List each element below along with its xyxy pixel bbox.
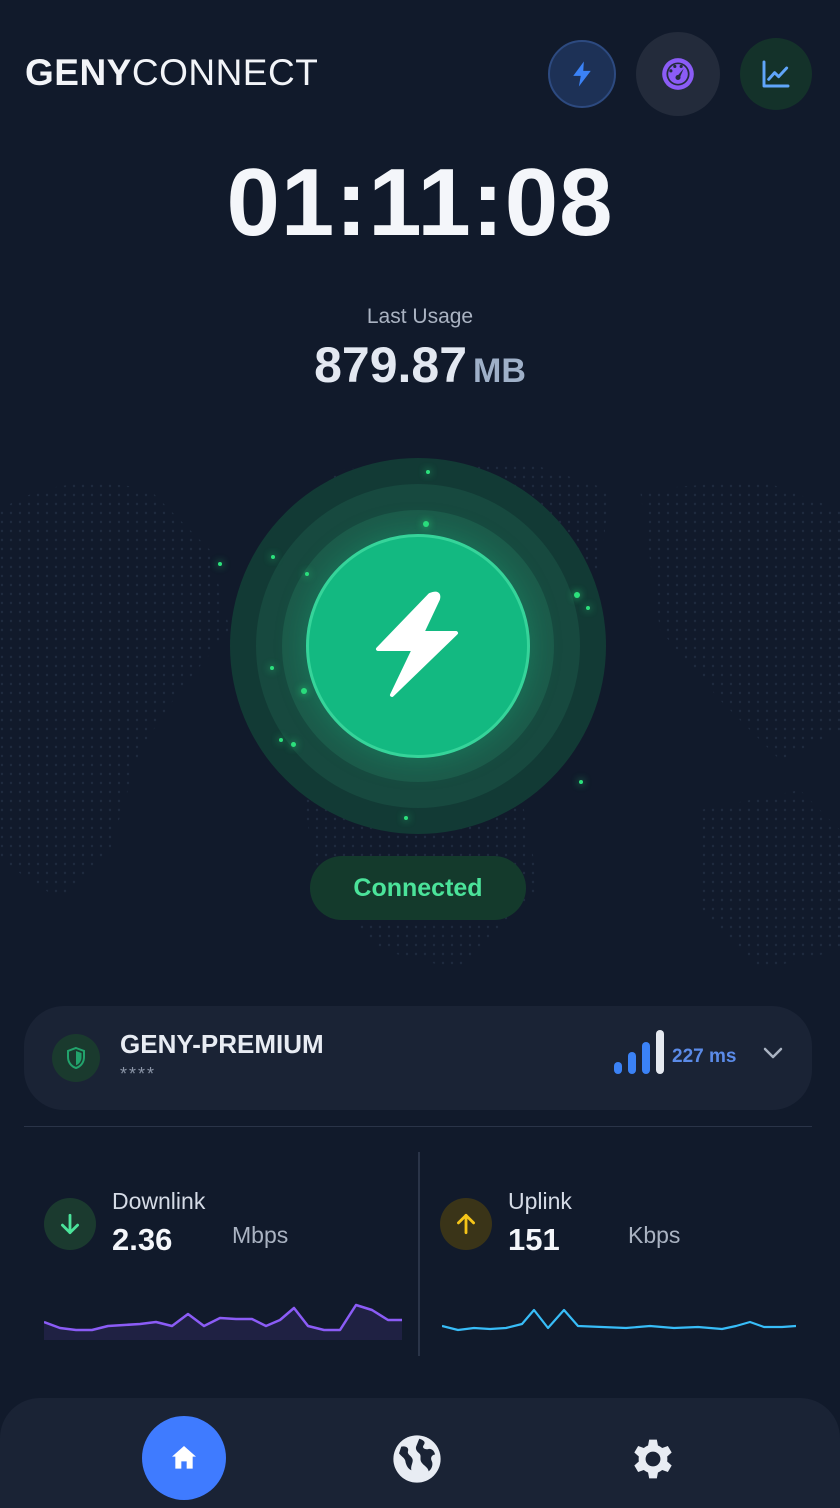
particle [218, 562, 222, 566]
particle [404, 816, 408, 820]
nav-settings[interactable] [622, 1428, 684, 1490]
lightning-icon [573, 61, 591, 87]
lightning-icon [376, 591, 458, 697]
nav-servers[interactable] [386, 1428, 448, 1490]
session-timer: 01:11:08 [226, 149, 614, 256]
uplink-value: 151 [508, 1222, 560, 1257]
particle [579, 780, 583, 784]
uplink-unit: Kbps [628, 1222, 681, 1248]
downlink-label: Downlink [112, 1188, 206, 1214]
connect-orb [218, 458, 606, 834]
usage-unit: MB [473, 352, 526, 390]
uplink-sparkline [442, 1308, 796, 1332]
brand-bold: GENY [25, 52, 132, 93]
particle [426, 470, 430, 474]
downlink-value: 2.36 [112, 1222, 173, 1257]
stats-divider [418, 1152, 420, 1356]
usage-label: Last Usage [366, 305, 474, 328]
usage-value: 879.87 MB [0, 336, 840, 394]
app-screen: GENYCONNECT 01:11:08 Last Usage 879.87 MB [0, 0, 840, 1508]
particle [301, 688, 307, 694]
shield-badge [52, 1034, 100, 1082]
particle [291, 742, 296, 747]
particle [423, 521, 429, 527]
shield-icon [67, 1046, 85, 1070]
app-logo: GENYCONNECT [25, 52, 318, 94]
downlink-sparkline [44, 1303, 402, 1340]
usage-number: 879.87 [314, 337, 468, 393]
connect-toggle-button[interactable] [306, 534, 530, 758]
connection-status-badge: Connected [310, 856, 526, 920]
particle [574, 592, 580, 598]
speedometer-icon [662, 58, 694, 90]
particle [271, 555, 275, 559]
uplink-label: Uplink [508, 1188, 572, 1214]
statistics-button[interactable] [740, 38, 812, 110]
home-icon [172, 1446, 196, 1469]
downlink-badge [44, 1198, 96, 1250]
section-divider [24, 1126, 812, 1127]
server-subtitle: **** [120, 1064, 157, 1084]
arrow-up-icon [457, 1213, 475, 1235]
nav-home[interactable] [142, 1416, 226, 1500]
signal-strength-icon [614, 1030, 670, 1074]
brand-light: CONNECT [131, 52, 319, 93]
particle [270, 666, 274, 670]
quick-connect-button[interactable] [548, 40, 616, 108]
globe-icon [393, 1435, 441, 1483]
gear-icon [634, 1439, 672, 1479]
server-selector[interactable]: GENY-PREMIUM **** 227 ms [24, 1006, 812, 1110]
server-name: GENY-PREMIUM [120, 1029, 324, 1059]
particle [279, 738, 283, 742]
speed-test-button[interactable] [636, 32, 720, 116]
bottom-navigation [0, 1398, 840, 1508]
particle [586, 606, 590, 610]
uplink-badge [440, 1198, 492, 1250]
particle [305, 572, 309, 576]
downlink-unit: Mbps [232, 1222, 289, 1248]
chart-line-icon [762, 60, 790, 88]
server-ping: 227 ms [672, 1046, 737, 1067]
arrow-down-icon [61, 1213, 79, 1235]
chevron-down-icon[interactable] [762, 1046, 784, 1060]
